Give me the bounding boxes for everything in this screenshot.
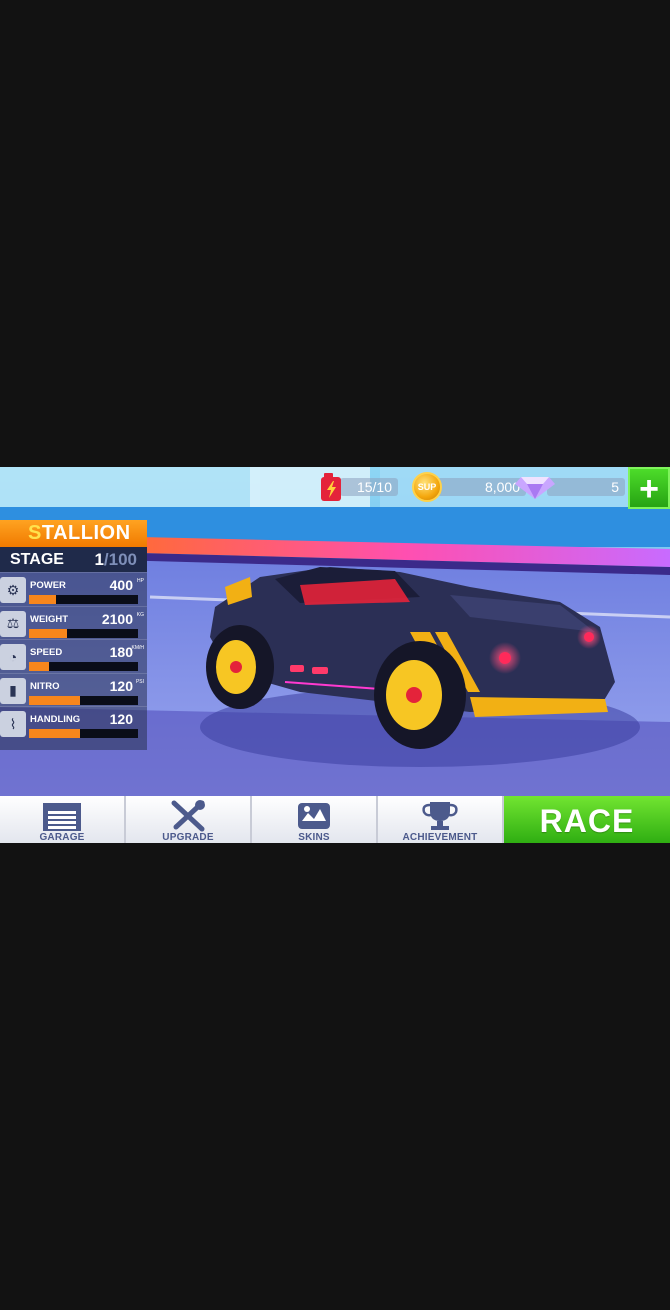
wrench-screwdriver-icon [171,800,205,832]
suspension-icon: ⌇ [0,711,26,737]
weight-icon: ⚖ [0,610,26,637]
stat-bar-fill [29,662,49,671]
stat-weight: ⚖ WEIGHT 2100 KG [0,605,147,640]
diamond-icon [515,477,555,499]
trophy-icon [422,802,458,830]
stat-bar [29,595,138,604]
stat-name: SPEED [30,647,63,658]
nav-skins-button[interactable]: SKINS [252,796,378,843]
resource-bar: 15/10 SUP 8,000 5 + [300,467,670,509]
fuel-value: 15/10 [340,478,398,496]
stat-value: 2100 [101,610,133,627]
nav-achievement-label: ACHIEVEMENT [402,832,478,843]
stat-bar [29,628,138,638]
gem-value: 5 [547,478,625,496]
stat-bar-fill [29,729,81,738]
stat-name: WEIGHT [30,613,68,625]
stats-list: ⚙ POWER 400 HP ⚖ WEIGHT 2100 KG ◔ SPEED … [0,572,147,740]
stat-value: 400 [109,577,133,593]
stage-max: /100 [103,549,137,569]
stat-name: NITRO [30,680,60,692]
coin-value: 8,000 [436,478,526,496]
stat-name: POWER [30,580,66,591]
stat-unit: KM/H [131,645,145,651]
stage-label: STAGE [10,550,64,568]
stat-name: HANDLING [30,714,81,725]
stat-bar-fill [29,628,68,638]
stat-bar [29,662,138,671]
stat-unit: PSI [135,678,144,685]
nav-skins-label: SKINS [298,832,330,843]
stat-handling: ⌇ HANDLING 120 [0,706,147,740]
gem-counter: 5 [515,476,625,499]
coin-counter: SUP 8,000 [412,472,526,502]
engine-icon: ⚙ [0,577,26,603]
paint-skins-icon [298,803,330,829]
stat-bar-fill [29,695,81,705]
car-name: STALLION [0,520,147,547]
fuel-can-icon [321,473,341,501]
stat-bar-fill [29,595,57,604]
bottom-nav: GARAGE UPGRADE SKINS ACHIEVEMENT RACE [0,796,670,843]
stat-value: 180 [109,644,133,660]
stat-bar [29,729,138,738]
race-button[interactable]: RACE [504,796,670,843]
game-screen: 15/10 SUP 8,000 5 + STALLION STAGE 1 /10… [0,467,670,843]
nitro-icon: ▮ [0,677,26,704]
car-stats-panel: STALLION STAGE 1 /100 ⚙ POWER 400 HP ⚖ W… [0,520,147,750]
nav-achievement-button[interactable]: ACHIEVEMENT [378,796,504,843]
stat-value: 120 [109,711,133,727]
speedometer-icon: ◔ [0,644,26,670]
stat-power: ⚙ POWER 400 HP [0,572,147,606]
stat-value: 120 [109,677,133,694]
stage-row: STAGE 1 /100 [0,547,147,572]
coin-icon: SUP [412,472,442,502]
stat-unit: HP [137,578,144,584]
stat-bar [29,695,138,705]
stat-speed: ◔ SPEED 180 KM/H [0,639,147,673]
nav-garage-button[interactable]: GARAGE [0,796,126,843]
stat-unit: KG [136,611,144,618]
nav-upgrade-label: UPGRADE [162,832,214,843]
add-currency-button[interactable]: + [628,467,670,509]
stat-nitro: ▮ NITRO 120 PSI [0,672,147,707]
fuel-counter: 15/10 [318,473,398,501]
garage-icon [43,803,81,831]
stage-current: 1 [94,549,104,569]
nav-upgrade-button[interactable]: UPGRADE [126,796,252,843]
nav-garage-label: GARAGE [39,832,85,843]
